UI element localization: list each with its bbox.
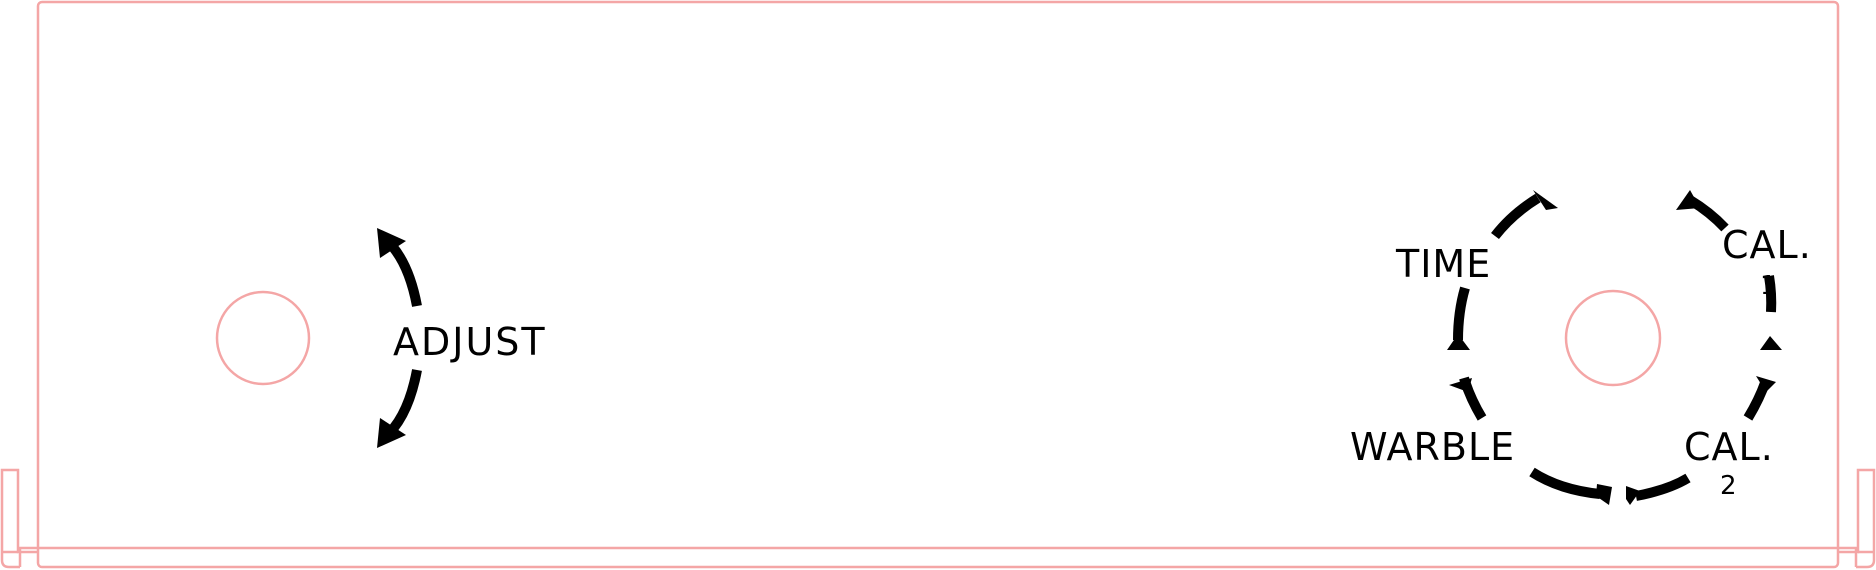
adjust-section: ADJUST [215,228,547,448]
selector-label-cal1: CAL. [1722,223,1812,267]
arrow-time-icon [1491,193,1541,240]
selector-knob-hole[interactable] [1564,289,1662,387]
selector-label-cal2: CAL. [1684,425,1774,469]
selector-label-warble: WARBLE [1350,425,1515,469]
adjust-label: ADJUST [393,320,547,364]
selector-sub-cal2: 2 [1720,471,1737,501]
arrowhead-cal1-down-icon [1760,336,1782,350]
arrowhead-bottom-left-icon [1596,484,1612,505]
panel-outline [0,0,1876,569]
arrow-bottom-right-icon [1635,473,1691,501]
selector-sub-cal1: 1 [1760,271,1777,301]
arrowhead-time-down-icon [1447,334,1470,350]
arrow-bottom-left-icon [1529,467,1601,499]
arrow-time-down-icon [1453,286,1470,341]
mode-selector: TIME CAL. 1 CAL. 2 WARBLE [1350,190,1812,505]
selector-label-time: TIME [1395,242,1491,286]
adjust-knob-hole[interactable] [215,290,311,386]
front-panel: ADJUST TIME CAL. 1 CAL. 2 WARBLE [0,0,1876,569]
